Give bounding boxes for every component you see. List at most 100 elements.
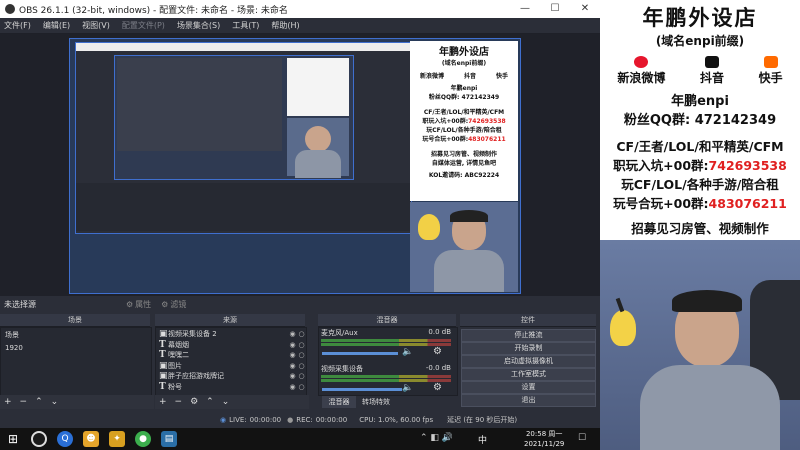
move-down-icon[interactable]: ⌄ — [222, 397, 230, 407]
source-label: 嘿嘿二 — [168, 351, 189, 360]
obs-app-icon — [5, 4, 15, 14]
notification-icon[interactable]: ☐ — [578, 433, 586, 443]
volume-slider[interactable] — [322, 352, 398, 355]
visibility-eye-icon[interactable]: ◉ — [288, 341, 297, 349]
mixer-channel: 视频采集设备 -0.0 dB — [318, 364, 454, 382]
green-app-icon[interactable]: ● — [135, 431, 151, 447]
mixer-channel-db: -0.0 dB — [425, 364, 451, 372]
visibility-eye-icon[interactable]: ◉ — [288, 330, 297, 338]
tab-mixer[interactable]: 混音器 — [322, 396, 356, 408]
info-panel: 年鹏外设店 (域名enpi前缀) 新浪微博 抖音 快手 年鹏enpi 粉丝QQ群… — [600, 0, 800, 278]
speaker-icon[interactable]: 🔈 — [402, 383, 413, 393]
visibility-eye-icon[interactable]: ◉ — [288, 351, 297, 359]
volume-meter — [321, 343, 451, 346]
source-row[interactable]: ▣ 视频采集设备 2 ◉ ○ — [156, 329, 306, 340]
menu-edit[interactable]: 编辑(E) — [43, 20, 70, 31]
ime-indicator[interactable]: 中 — [478, 433, 487, 446]
preview-area[interactable]: 年鹏外设店 (域名enpi前缀) 新浪微博 抖音 快手 年鹏enpi 粉丝QQ群… — [0, 34, 600, 296]
gear-icon[interactable]: ⚙ — [433, 346, 442, 357]
lock-icon[interactable]: ○ — [297, 330, 306, 338]
menu-scene-collection[interactable]: 场景集合(S) — [177, 20, 220, 31]
remove-icon[interactable]: − — [20, 397, 28, 407]
visibility-eye-icon[interactable]: ◉ — [288, 383, 297, 391]
lock-icon[interactable]: ○ — [297, 372, 306, 380]
panel-group1-label: 职玩入坑+00群: — [613, 158, 709, 173]
settings-button[interactable]: 设置 — [461, 381, 596, 394]
source-label: 视频采集设备 2 — [168, 330, 217, 339]
gear-icon[interactable]: ⚙ — [190, 397, 198, 407]
exit-button[interactable]: 退出 — [461, 394, 596, 407]
webcam-feed — [600, 240, 800, 450]
volume-meter — [321, 375, 451, 378]
filters-icon: ⚙ — [161, 299, 169, 309]
properties-button[interactable]: 属性 — [135, 299, 151, 310]
stop-streaming-button[interactable]: 停止推流 — [461, 329, 596, 342]
menu-bar: 文件(F) 编辑(E) 视图(V) 配置文件(P) 场景集合(S) 工具(T) … — [0, 18, 600, 34]
move-up-icon[interactable]: ⌃ — [35, 397, 43, 407]
lock-icon[interactable]: ○ — [297, 383, 306, 391]
browser-icon[interactable]: Q — [57, 431, 73, 447]
remove-icon[interactable]: − — [175, 397, 183, 407]
lock-icon[interactable]: ○ — [297, 351, 306, 359]
canvas-panel-qq: 粉丝QQ群: 472142349 — [428, 94, 500, 101]
lock-icon[interactable]: ○ — [297, 362, 306, 370]
scene-item[interactable]: 1920 — [1, 342, 151, 356]
volume-slider[interactable] — [322, 388, 402, 391]
social-weibo: 新浪微博 — [617, 56, 665, 86]
lock-icon[interactable]: ○ — [297, 341, 306, 349]
start-recording-button[interactable]: 开始录制 — [461, 342, 596, 355]
visibility-eye-icon[interactable]: ◉ — [288, 362, 297, 370]
windows-start-icon[interactable]: ⊞ — [5, 431, 21, 447]
menu-view[interactable]: 视图(V) — [82, 20, 110, 31]
panel-group1-num: 742693538 — [708, 158, 787, 173]
game-client-icon[interactable]: ☻ — [83, 431, 99, 447]
menu-profile[interactable]: 配置文件(P) — [122, 20, 165, 31]
person-hair — [672, 290, 742, 312]
preview-canvas[interactable]: 年鹏外设店 (域名enpi前缀) 新浪微博 抖音 快手 年鹏enpi 粉丝QQ群… — [69, 38, 521, 294]
source-row[interactable]: T 幕烟烟 ◉ ○ — [156, 340, 306, 351]
speaker-icon[interactable]: 🔈 — [402, 347, 413, 357]
tray-icons[interactable]: ⌃ ◧ 🔊 — [420, 433, 453, 443]
tab-transitions[interactable]: 转场特效 — [356, 396, 396, 408]
game-launcher-icon[interactable]: ✦ — [109, 431, 125, 447]
window-app-icon[interactable]: ▤ — [161, 431, 177, 447]
menu-help[interactable]: 帮助(H) — [271, 20, 299, 31]
filters-button[interactable]: 滤镜 — [170, 299, 186, 310]
pikachu-plush — [610, 310, 636, 346]
minimize-button[interactable]: — — [510, 0, 540, 18]
close-button[interactable]: ✕ — [570, 0, 600, 18]
studio-mode-button[interactable]: 工作室模式 — [461, 368, 596, 381]
source-row[interactable]: T 粉号 ◉ ○ — [156, 382, 306, 393]
social-douyin-label: 抖音 — [699, 71, 724, 85]
source-row[interactable]: T 嘿嘿二 ◉ ○ — [156, 350, 306, 361]
sources-toolbar: + − ⚙ ⌃ ⌄ — [155, 395, 309, 409]
social-douyin: 抖音 — [700, 56, 724, 86]
menu-file[interactable]: 文件(F) — [4, 20, 31, 31]
source-row[interactable]: ▣ 图片 ◉ ○ — [156, 361, 306, 372]
nested-panel-thumb — [287, 58, 349, 116]
add-icon[interactable]: + — [4, 397, 12, 407]
move-up-icon[interactable]: ⌃ — [206, 397, 214, 407]
gear-icon[interactable]: ⚙ — [433, 382, 442, 393]
mixer-dock-title: 混音器 — [318, 314, 456, 327]
canvas-group1-label: 职玩入坑+00群: — [422, 118, 469, 125]
obs-taskbar-icon[interactable] — [31, 431, 47, 447]
source-row[interactable]: ▣ 胖子应招游戏牌记 ◉ ○ — [156, 371, 306, 382]
sources-list: ▣ 视频采集设备 2 ◉ ○ T 幕烟烟 ◉ ○ T 嘿嘿二 ◉ ○ ▣ 图片 … — [155, 327, 307, 397]
scene-item[interactable]: 场景 — [1, 328, 151, 342]
clock[interactable]: 20:58 周一 2021/11/29 — [524, 429, 564, 449]
menu-tools[interactable]: 工具(T) — [232, 20, 259, 31]
maximize-button[interactable]: ☐ — [540, 0, 570, 18]
person-hair — [450, 210, 488, 222]
canvas-social-kuaishou: 快手 — [495, 73, 508, 80]
move-down-icon[interactable]: ⌄ — [51, 397, 59, 407]
visibility-eye-icon[interactable]: ◉ — [288, 372, 297, 380]
add-icon[interactable]: + — [159, 397, 167, 407]
source-label: 胖子应招游戏牌记 — [168, 372, 224, 381]
nested-docks — [76, 183, 411, 231]
person-hoodie — [640, 365, 780, 450]
start-virtual-camera-button[interactable]: 启动虚拟摄像机 — [461, 355, 596, 368]
rec-icon: ● — [287, 416, 294, 424]
pikachu-plush — [418, 214, 440, 240]
panel-handle: 年鹏enpi — [671, 94, 729, 109]
